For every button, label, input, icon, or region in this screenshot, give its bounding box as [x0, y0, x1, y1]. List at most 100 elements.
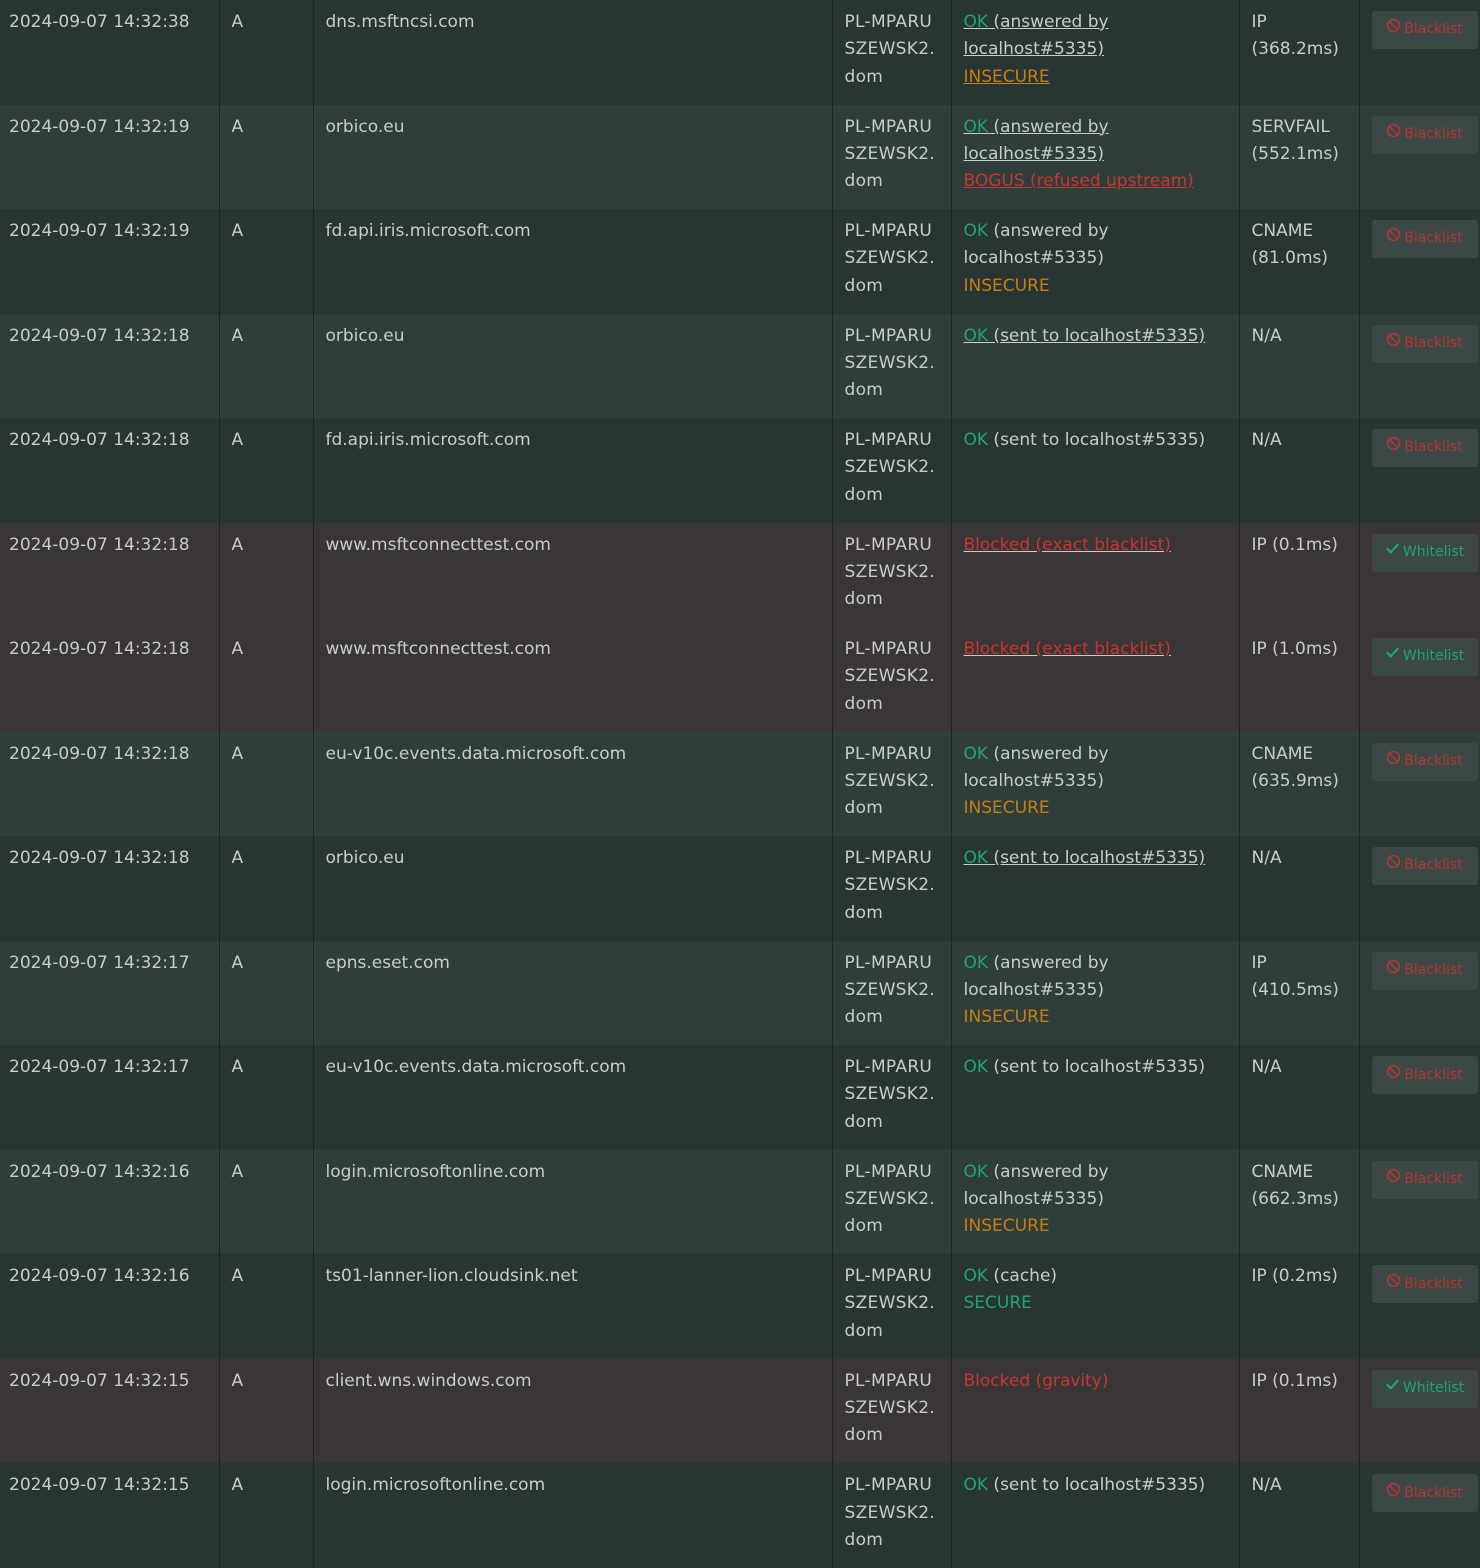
status-cell: OK (sent to localhost#5335)	[951, 418, 1240, 523]
status-link[interactable]: OK (sent to localhost#5335)	[964, 1472, 1227, 1499]
type-cell: A	[219, 627, 314, 732]
blacklist-button[interactable]: Blacklist	[1371, 1160, 1478, 1199]
dnssec-status: INSECURE	[963, 1007, 1050, 1028]
status-link[interactable]: OK (sent to localhost#5335)	[964, 427, 1227, 454]
query-time: 2024-09-07 14:32:19	[9, 116, 190, 137]
dnssec-status: SECURE	[963, 1293, 1032, 1314]
domain-cell: orbico.eu	[313, 313, 833, 419]
time-cell: 2024-09-07 14:32:16	[0, 1254, 220, 1359]
query-time: 2024-09-07 14:32:18	[9, 430, 190, 451]
status-link[interactable]: Blocked (exact blacklist)	[964, 532, 1227, 559]
type-cell: A	[219, 418, 314, 523]
action-label: Blacklist	[1404, 752, 1463, 769]
ban-icon	[1386, 121, 1401, 148]
ban-icon	[1386, 1480, 1401, 1507]
status-label: OK	[963, 430, 989, 451]
reply-cell: IP (1.0ms)	[1239, 627, 1360, 732]
status-link[interactable]: OK (answered by localhost#5335)	[964, 114, 1227, 169]
table-row: 2024-09-07 14:32:16 A ts01-lanner-lion.c…	[0, 1254, 1480, 1359]
time-cell: 2024-09-07 14:32:17	[0, 940, 220, 1046]
client-cell: PL-MPARUSZEWSK2.dom	[832, 209, 952, 314]
reply-cell: IP (0.1ms)	[1239, 1358, 1360, 1464]
time-cell: 2024-09-07 14:32:15	[0, 1463, 220, 1568]
status-link[interactable]: OK (sent to localhost#5335)	[964, 323, 1227, 350]
status-link[interactable]: OK (answered by localhost#5335)	[964, 741, 1227, 796]
blacklist-button[interactable]: Blacklist	[1371, 847, 1478, 886]
whitelist-button[interactable]: Whitelist	[1371, 533, 1478, 572]
status-link[interactable]: OK (answered by localhost#5335)	[964, 950, 1227, 1005]
table-row: 2024-09-07 14:32:19 A fd.api.iris.micros…	[0, 209, 1480, 314]
reply-value: CNAME (81.0ms)	[1251, 221, 1329, 269]
domain-cell: ts01-lanner-lion.cloudsink.net	[313, 1254, 833, 1359]
reply-cell: N/A	[1239, 1045, 1360, 1150]
table-row: 2024-09-07 14:32:19 A orbico.eu PL-MPARU…	[0, 104, 1480, 210]
status-label: OK	[963, 12, 989, 32]
type-cell: A	[219, 940, 314, 1046]
table-row: 2024-09-07 14:32:18 A fd.api.iris.micros…	[0, 418, 1480, 523]
query-client: PL-MPARUSZEWSK2.dom	[844, 1370, 936, 1446]
query-domain: ts01-lanner-lion.cloudsink.net	[325, 1266, 578, 1287]
table-row: 2024-09-07 14:32:18 A orbico.eu PL-MPARU…	[0, 313, 1480, 419]
action-cell: Whitelist	[1359, 1359, 1480, 1464]
table-row: 2024-09-07 14:32:15 A client.wns.windows…	[0, 1358, 1480, 1464]
reply-value: N/A	[1251, 325, 1282, 346]
blacklist-button[interactable]: Blacklist	[1371, 1474, 1478, 1513]
blacklist-button[interactable]: Blacklist	[1371, 429, 1478, 468]
query-domain: fd.api.iris.microsoft.com	[325, 430, 531, 451]
reply-cell: IP (410.5ms)	[1239, 940, 1360, 1046]
table-row: 2024-09-07 14:32:38 A dns.msftncsi.com P…	[0, 0, 1480, 105]
blacklist-button[interactable]: Blacklist	[1371, 742, 1478, 781]
whitelist-button[interactable]: Whitelist	[1371, 1369, 1478, 1408]
status-link[interactable]: OK (cache)	[964, 1263, 1227, 1290]
time-cell: 2024-09-07 14:32:18	[0, 627, 220, 732]
action-cell: Blacklist	[1359, 941, 1480, 1046]
check-icon	[1385, 539, 1400, 566]
reply-cell: IP (0.2ms)	[1239, 1254, 1360, 1359]
time-cell: 2024-09-07 14:32:18	[0, 731, 220, 837]
client-cell: PL-MPARUSZEWSK2.dom	[832, 1045, 952, 1150]
query-time: 2024-09-07 14:32:16	[9, 1161, 190, 1182]
check-icon	[1385, 643, 1400, 670]
status-detail: (sent to localhost#5335)	[988, 430, 1206, 451]
blacklist-button[interactable]: Blacklist	[1371, 324, 1478, 363]
status-link[interactable]: Blocked (exact blacklist)	[964, 636, 1227, 663]
status-link[interactable]: OK (answered by localhost#5335)	[964, 1159, 1227, 1214]
table-row: 2024-09-07 14:32:18 A eu-v10c.events.dat…	[0, 731, 1480, 837]
blacklist-button[interactable]: Blacklist	[1371, 11, 1478, 49]
blacklist-button[interactable]: Blacklist	[1371, 951, 1478, 990]
blacklist-button[interactable]: Blacklist	[1371, 115, 1478, 154]
status-cell: Blocked (exact blacklist)	[951, 522, 1240, 628]
status-label: Blocked (exact blacklist)	[963, 639, 1171, 660]
status-link[interactable]: OK (answered by localhost#5335)	[964, 9, 1227, 64]
query-client: PL-MPARUSZEWSK2.dom	[844, 743, 936, 819]
query-type: A	[231, 1161, 244, 1182]
reply-cell: CNAME (635.9ms)	[1239, 731, 1360, 837]
time-cell: 2024-09-07 14:32:18	[0, 836, 220, 941]
status-label: OK	[963, 221, 989, 242]
status-link[interactable]: OK (answered by localhost#5335)	[964, 218, 1227, 273]
status-link[interactable]: Blocked (gravity)	[964, 1368, 1227, 1395]
time-cell: 2024-09-07 14:32:38	[0, 0, 220, 105]
status-cell: Blocked (exact blacklist)	[951, 627, 1240, 732]
blacklist-button[interactable]: Blacklist	[1371, 220, 1478, 259]
action-label: Blacklist	[1404, 230, 1463, 247]
client-cell: PL-MPARUSZEWSK2.dom	[832, 627, 952, 732]
client-cell: PL-MPARUSZEWSK2.dom	[832, 836, 952, 941]
status-link[interactable]: OK (sent to localhost#5335)	[964, 1054, 1227, 1081]
blacklist-button[interactable]: Blacklist	[1371, 1265, 1478, 1304]
status-link[interactable]: OK (sent to localhost#5335)	[964, 845, 1227, 872]
reply-value: IP (368.2ms)	[1251, 12, 1339, 60]
status-cell: OK (answered by localhost#5335) INSECURE	[951, 940, 1240, 1046]
whitelist-button[interactable]: Whitelist	[1371, 638, 1478, 677]
type-cell: A	[219, 1463, 314, 1568]
type-cell: A	[219, 522, 314, 628]
table-row: 2024-09-07 14:32:18 A www.msftconnecttes…	[0, 522, 1480, 628]
domain-cell: client.wns.windows.com	[313, 1358, 833, 1464]
reply-value: IP (0.1ms)	[1251, 1370, 1338, 1391]
blacklist-button[interactable]: Blacklist	[1371, 1056, 1478, 1095]
query-type: A	[231, 639, 244, 660]
query-client: PL-MPARUSZEWSK2.dom	[844, 534, 936, 610]
domain-cell: eu-v10c.events.data.microsoft.com	[313, 731, 833, 837]
reply-cell: IP (368.2ms)	[1239, 0, 1360, 105]
query-type: A	[231, 534, 244, 555]
